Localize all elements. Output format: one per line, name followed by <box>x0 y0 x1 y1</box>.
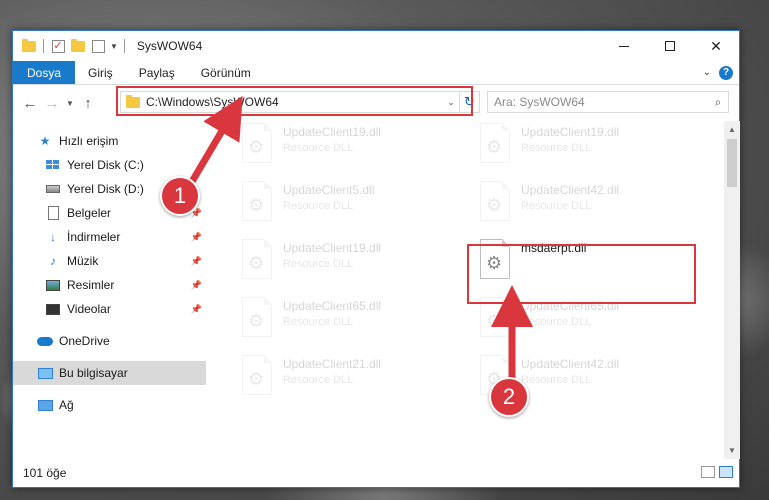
annotation-arrows <box>186 95 533 385</box>
step-2-badge: 2 <box>489 377 529 417</box>
arrow-1 <box>186 95 243 187</box>
step-1-badge: 1 <box>160 176 200 216</box>
